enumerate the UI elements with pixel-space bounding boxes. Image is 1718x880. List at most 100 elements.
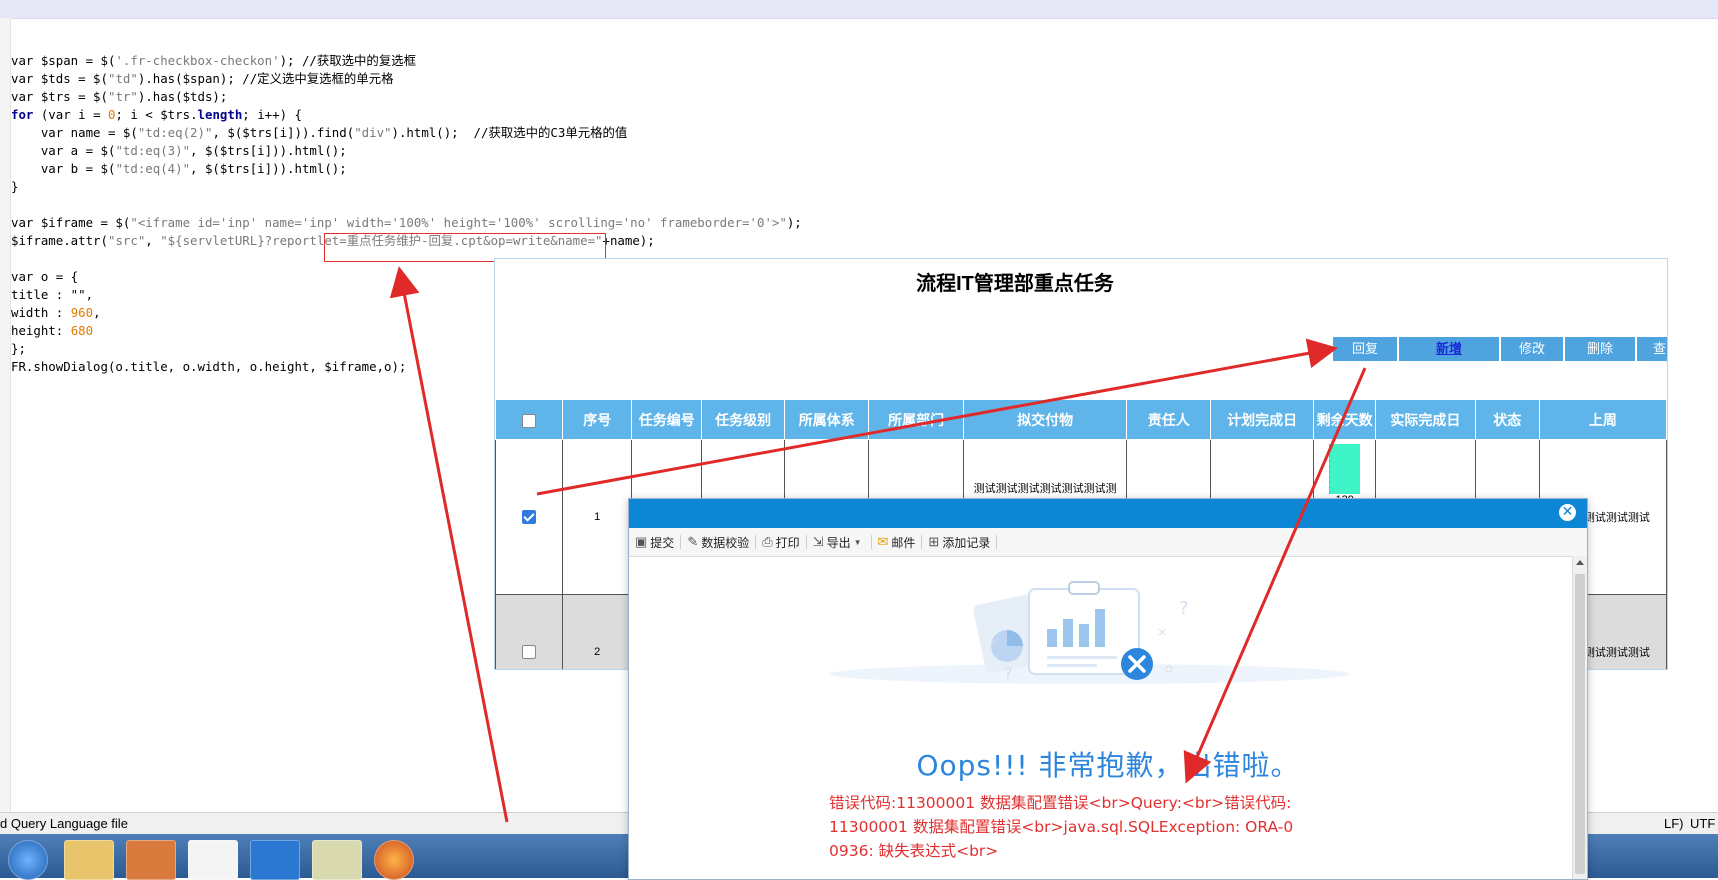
notepad-icon[interactable] bbox=[312, 840, 362, 880]
table-cell: 1 bbox=[562, 439, 633, 595]
code-token: "src" bbox=[107, 233, 146, 248]
folder-icon[interactable] bbox=[64, 840, 114, 880]
svg-text:?: ? bbox=[1179, 598, 1189, 619]
code-token: ; i++) { bbox=[242, 107, 302, 122]
code-token: var o = { bbox=[11, 269, 79, 284]
status-eol: LF) bbox=[1664, 816, 1684, 831]
select-all-header[interactable] bbox=[495, 399, 564, 440]
row-checkbox[interactable] bbox=[522, 510, 537, 524]
email-button[interactable]: ✉ 邮件 bbox=[872, 534, 923, 550]
code-token: height: bbox=[11, 323, 71, 338]
code-token: ); bbox=[786, 215, 802, 230]
code-token: FR.showDialog(o.title, o.width, o.height… bbox=[11, 359, 407, 374]
code-token: ; i < $trs. bbox=[115, 107, 198, 122]
editor-top-bar bbox=[0, 0, 1718, 19]
editor-gutter bbox=[0, 18, 11, 813]
code-token: var name = $( bbox=[11, 125, 138, 140]
chevron-down-icon: ▼ bbox=[853, 537, 862, 547]
code-token: title : "", bbox=[11, 287, 94, 302]
col-header: 责任人 bbox=[1126, 399, 1212, 440]
finereport-icon[interactable] bbox=[188, 840, 238, 880]
printer-icon: ⎙ bbox=[762, 534, 773, 549]
error-dialog: ✕ ▣ 提交 ✎ 数据校验 ⎙ 打印 ⇲ 导出 ▼ ✉ 邮件 ⊞ 添加记录 ? ? × × O… bbox=[628, 498, 1588, 880]
dialog-toolbar: ▣ 提交 ✎ 数据校验 ⎙ 打印 ⇲ 导出 ▼ ✉ 邮件 ⊞ 添加记录 bbox=[629, 528, 1587, 557]
code-token: 960 bbox=[70, 305, 94, 320]
code-line: var name = $("td:eq(2)", $($trs[i])).fin… bbox=[11, 124, 802, 142]
report-toolbar: 回复 新增 修改 删除 查 bbox=[1333, 337, 1667, 361]
validate-label: 数据校验 bbox=[701, 535, 750, 550]
edit-button[interactable]: 修改 bbox=[1501, 337, 1565, 361]
code-token: }; bbox=[11, 341, 26, 356]
code-line: var $tds = $("td").has($span); //定义选中复选框… bbox=[11, 70, 802, 88]
code-token: var $span = $( bbox=[11, 53, 116, 68]
code-token: for bbox=[11, 107, 34, 122]
row-select-cell[interactable] bbox=[495, 439, 564, 595]
col-header: 任务编号 bbox=[631, 399, 703, 440]
code-line: var a = $("td:eq(3)", $($trs[i])).html()… bbox=[11, 142, 802, 160]
col-header: 剩余天数 bbox=[1313, 399, 1377, 440]
code-token: , $($trs[i])).find( bbox=[212, 125, 355, 140]
status-file-type: d Query Language file bbox=[0, 816, 128, 831]
code-token: "<iframe id='inp' name='inp' width='100%… bbox=[130, 215, 787, 230]
select-all-checkbox[interactable] bbox=[522, 413, 537, 428]
table-header-row: 序号 任务编号 任务级别 所属体系 所属部门 拟交付物 责任人 计划完成日 剩余… bbox=[495, 399, 1667, 440]
code-token: ).html(); //获取选中的C3单元格的值 bbox=[391, 125, 628, 140]
code-token: "tr" bbox=[107, 89, 138, 104]
reply-button[interactable]: 回复 bbox=[1333, 337, 1399, 361]
firefox-icon[interactable] bbox=[374, 840, 414, 880]
code-line: } bbox=[11, 178, 802, 196]
app-icon[interactable] bbox=[250, 840, 300, 880]
query-button[interactable]: 查 bbox=[1637, 337, 1667, 361]
svg-text:?: ? bbox=[1004, 664, 1013, 683]
table-cell: 2 bbox=[562, 594, 633, 669]
code-token: '.fr-checkbox-checkon' bbox=[115, 53, 280, 68]
add-record-button[interactable]: ⊞ 添加记录 bbox=[922, 534, 998, 550]
row-checkbox[interactable] bbox=[522, 645, 537, 659]
submit-label: 提交 bbox=[650, 535, 675, 550]
col-header: 所属部门 bbox=[868, 399, 964, 440]
code-token: $iframe.attr( bbox=[11, 233, 108, 248]
dialog-scrollbar[interactable] bbox=[1572, 556, 1587, 879]
close-icon[interactable]: ✕ bbox=[1559, 504, 1576, 521]
code-token: var $iframe = $( bbox=[11, 215, 131, 230]
submit-button[interactable]: ▣ 提交 bbox=[629, 534, 682, 550]
row-select-cell[interactable] bbox=[495, 594, 564, 669]
code-token: "td" bbox=[107, 71, 138, 86]
code-token: , bbox=[145, 233, 161, 248]
scroll-thumb[interactable] bbox=[1575, 574, 1585, 874]
scroll-up-icon[interactable] bbox=[1576, 560, 1584, 565]
code-token: , $($trs[i])).html(); bbox=[190, 161, 347, 176]
col-header: 任务级别 bbox=[701, 399, 785, 440]
code-line: var $trs = $("tr").has($tds); bbox=[11, 88, 802, 106]
code-token: var $tds = $( bbox=[11, 71, 108, 86]
status-encoding: UTF bbox=[1690, 816, 1716, 831]
export-button[interactable]: ⇲ 导出 ▼ bbox=[807, 534, 872, 550]
print-button[interactable]: ⎙ 打印 bbox=[756, 534, 807, 550]
add-button[interactable]: 新增 bbox=[1399, 337, 1501, 361]
code-token: ).has($span); //定义选中复选框的单元格 bbox=[137, 71, 394, 86]
error-message: 错误代码:11300001 数据集配置错误<br>Query:<br>错误代码:… bbox=[829, 794, 1294, 860]
code-token: , $($trs[i])).html(); bbox=[190, 143, 347, 158]
save-icon: ▣ bbox=[635, 534, 648, 549]
validate-button[interactable]: ✎ 数据校验 bbox=[681, 534, 757, 550]
code-token: ); //获取选中的复选框 bbox=[279, 53, 416, 68]
col-header: 拟交付物 bbox=[962, 399, 1128, 440]
media-player-icon[interactable] bbox=[126, 840, 176, 880]
print-label: 打印 bbox=[775, 535, 800, 550]
code-token: +name); bbox=[602, 233, 655, 248]
delete-button[interactable]: 删除 bbox=[1565, 337, 1637, 361]
mail-icon: ✉ bbox=[877, 534, 889, 549]
error-illustration-icon: ? ? × × bbox=[829, 581, 1349, 684]
code-token: "div" bbox=[354, 125, 392, 140]
error-title: Oops!!! 非常抱歉，出错啦。 bbox=[916, 749, 1300, 782]
add-record-label: 添加记录 bbox=[942, 535, 991, 550]
code-token: "td:eq(2)" bbox=[137, 125, 213, 140]
col-header: 上周 bbox=[1538, 399, 1667, 440]
email-label: 邮件 bbox=[891, 535, 916, 550]
col-header: 序号 bbox=[562, 399, 633, 440]
code-token: "td:eq(3)" bbox=[115, 143, 191, 158]
code-token: ).has($tds); bbox=[137, 89, 228, 104]
code-token: length bbox=[197, 107, 243, 122]
ie-icon[interactable] bbox=[8, 840, 48, 880]
